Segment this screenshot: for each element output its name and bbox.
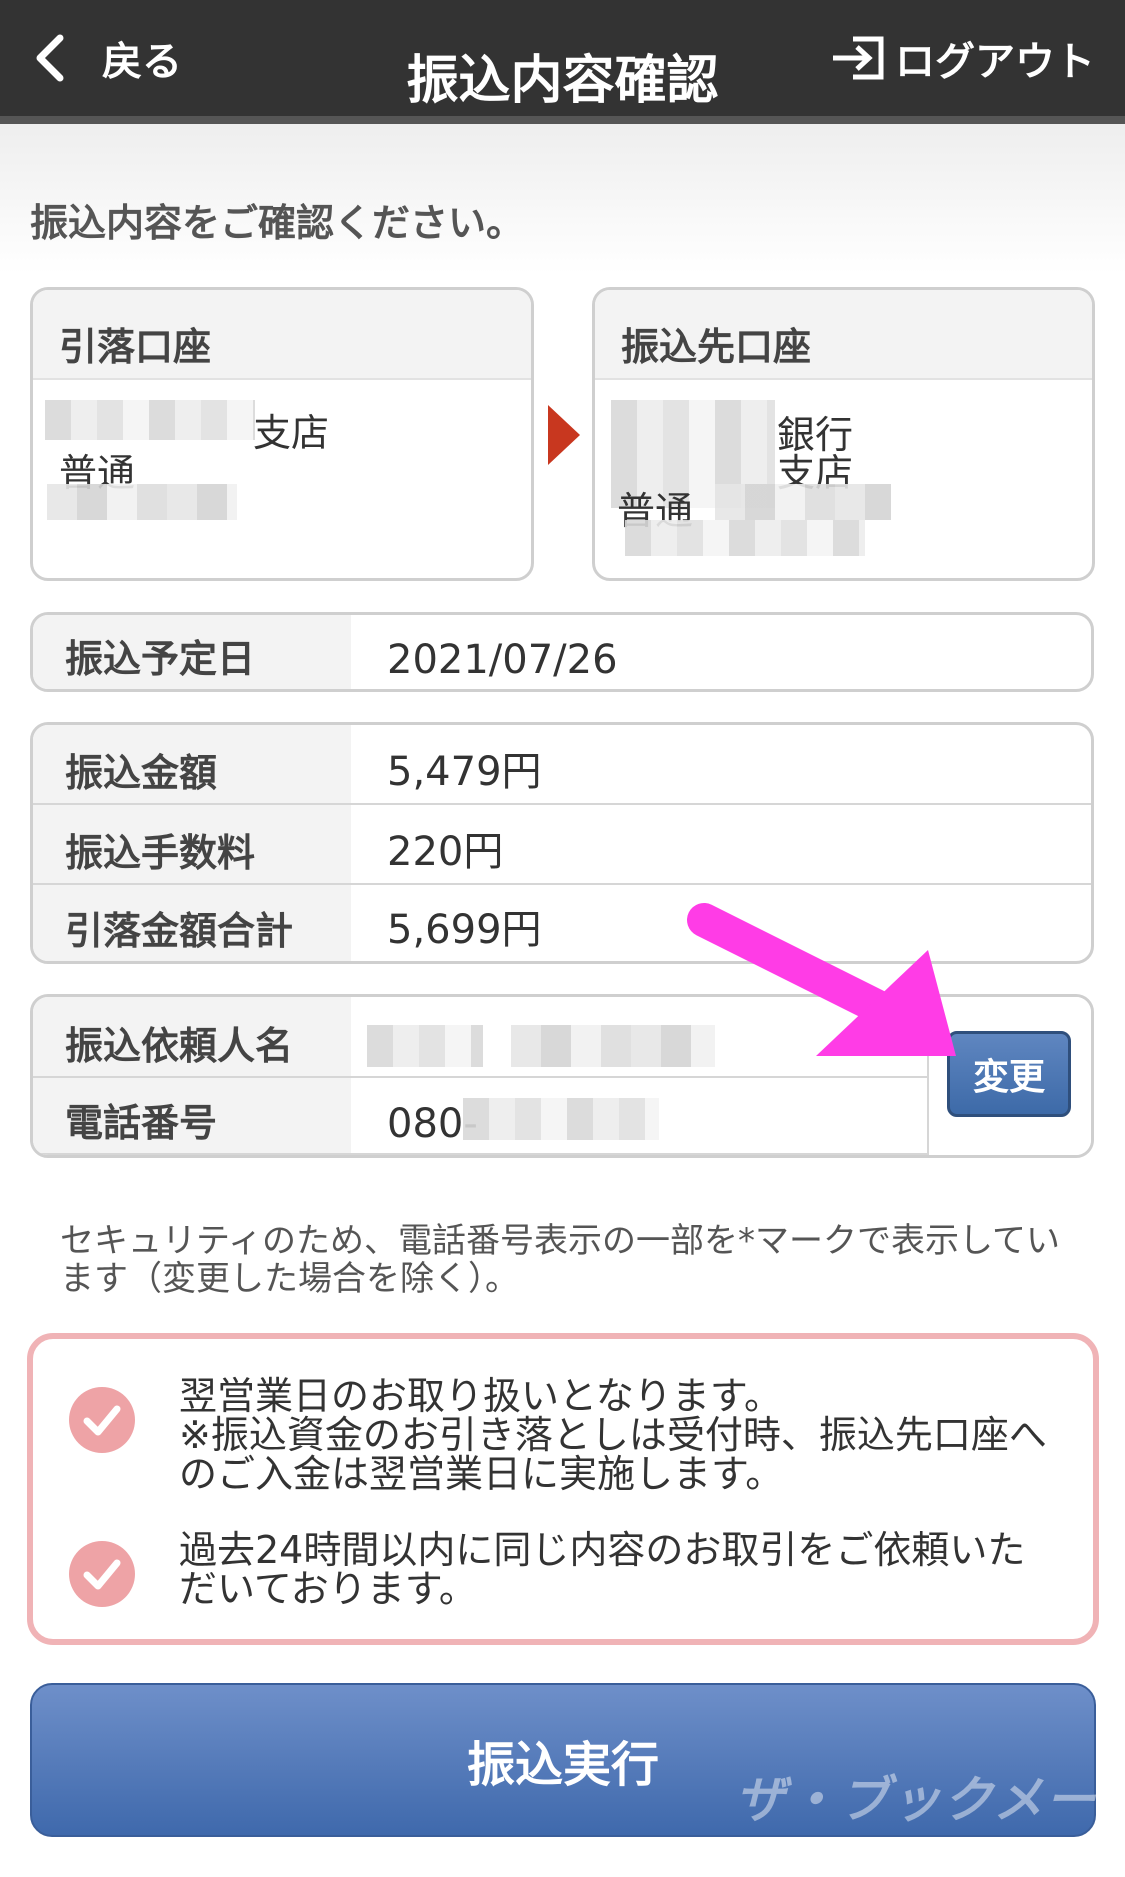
check-icon bbox=[69, 1387, 135, 1453]
total-label: 引落金額合計 bbox=[33, 885, 351, 961]
schedule-label: 振込予定日 bbox=[33, 615, 351, 689]
amount-value: 5,479円 bbox=[387, 749, 542, 795]
logout-button[interactable]: ログアウト bbox=[829, 28, 1095, 88]
to-account-heading: 振込先口座 bbox=[595, 290, 1092, 380]
phone-label: 電話番号 bbox=[33, 1078, 351, 1153]
schedule-value: 2021/07/26 bbox=[387, 637, 618, 683]
app-header: 戻る 振込内容確認 ログアウト bbox=[0, 0, 1125, 124]
logout-label: ログアウト bbox=[895, 39, 1095, 85]
fee-value: 220円 bbox=[387, 829, 504, 875]
masked-requester-name bbox=[367, 1025, 483, 1067]
masked-phone-number bbox=[463, 1098, 659, 1140]
from-branch-suffix: 支店 bbox=[253, 411, 330, 455]
table-row: 振込金額 5,479円 bbox=[33, 725, 1091, 805]
notice-text: 過去24時間以内に同じ内容のお取引をご依頼いただいております。 bbox=[179, 1528, 1026, 1611]
notice-text: 翌営業日のお取り扱いとなります。 ※振込資金のお引き落としは受付時、振込先口座へ… bbox=[179, 1374, 1047, 1496]
security-note: セキュリティのため、電話番号表示の一部を*マークで表示しています（変更した場合を… bbox=[60, 1221, 1060, 1299]
from-account-card: 引落口座 支店 普通 bbox=[30, 287, 534, 581]
requester-name-label: 振込依頼人名 bbox=[33, 997, 351, 1076]
masked-account-number bbox=[715, 484, 891, 520]
table-row: 振込手数料 220円 bbox=[33, 805, 1091, 885]
watermark-logo: ザ・ブックメーカーズ bbox=[735, 1771, 1097, 1877]
annotation-arrow-icon bbox=[687, 903, 956, 1056]
from-account-heading: 引落口座 bbox=[33, 290, 531, 380]
transfer-direction-icon bbox=[548, 405, 580, 465]
masked-account-holder bbox=[625, 520, 865, 556]
notice-box: 翌営業日のお取り扱いとなります。 ※振込資金のお引き落としは受付時、振込先口座へ… bbox=[27, 1333, 1099, 1645]
intro-text: 振込内容をご確認ください。 bbox=[30, 201, 525, 245]
check-icon bbox=[69, 1541, 135, 1607]
schedule-table: 振込予定日 2021/07/26 bbox=[30, 612, 1094, 692]
notice-item: 翌営業日のお取り扱いとなります。 ※振込資金のお引き落としは受付時、振込先口座へ… bbox=[69, 1377, 1063, 1494]
logout-icon bbox=[833, 36, 884, 80]
masked-account-number bbox=[47, 484, 237, 520]
to-account-card: 振込先口座 銀行 支店 普通 bbox=[592, 287, 1095, 581]
notice-item: 過去24時間以内に同じ内容のお取引をご依頼いただいております。 bbox=[69, 1531, 1063, 1609]
fee-label: 振込手数料 bbox=[33, 805, 351, 883]
amount-label: 振込金額 bbox=[33, 725, 351, 803]
masked-branch-name bbox=[45, 400, 255, 440]
table-row: 振込予定日 2021/07/26 bbox=[33, 615, 1091, 689]
